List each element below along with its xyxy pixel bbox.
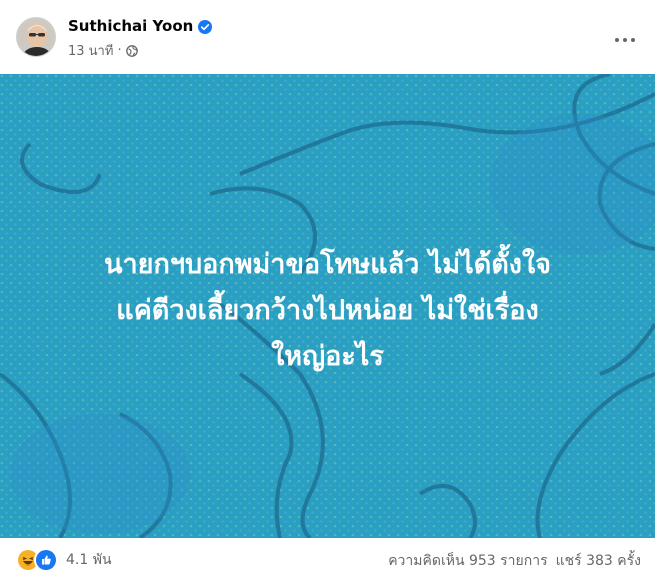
post-text: นายกฯบอกพม่าขอโทษแล้ว ไม่ได้ตั้งใจ แค่ตี… (104, 249, 551, 372)
post-header: Suthichai Yoon 13 นาที · (0, 0, 655, 74)
reaction-count: 4.1 พัน (66, 552, 112, 568)
more-dot (623, 38, 627, 42)
post-meta: 13 นาที · (68, 40, 138, 61)
author-name[interactable]: Suthichai Yoon (68, 17, 193, 35)
more-dot (631, 38, 635, 42)
more-options-button[interactable] (607, 22, 643, 58)
meta-separator: · (117, 43, 122, 58)
post-timestamp[interactable]: 13 นาที (68, 40, 113, 61)
stats-gap (548, 550, 556, 572)
more-horizontal-icon (615, 38, 619, 42)
reactions-summary[interactable]: 4.1 พัน (16, 548, 112, 572)
engagement-stats: ความคิดเห็น 953 รายการ แชร์ 383 ครั้ง (388, 550, 641, 572)
globe-icon[interactable] (125, 44, 138, 57)
verified-badge-icon (198, 19, 213, 34)
comments-count-link[interactable]: ความคิดเห็น 953 รายการ (388, 550, 547, 572)
facebook-post: Suthichai Yoon 13 นาที · นายกฯบอกพม่าขอโ… (0, 0, 655, 580)
author-avatar[interactable] (16, 17, 56, 57)
shares-count-link[interactable]: แชร์ 383 ครั้ง (556, 550, 641, 572)
like-icon (34, 548, 58, 572)
post-background-card[interactable]: นายกฯบอกพม่าขอโทษแล้ว ไม่ได้ตั้งใจ แค่ตี… (0, 74, 655, 538)
post-footer: 4.1 พัน ความคิดเห็น 953 รายการ แชร์ 383 … (0, 538, 655, 580)
